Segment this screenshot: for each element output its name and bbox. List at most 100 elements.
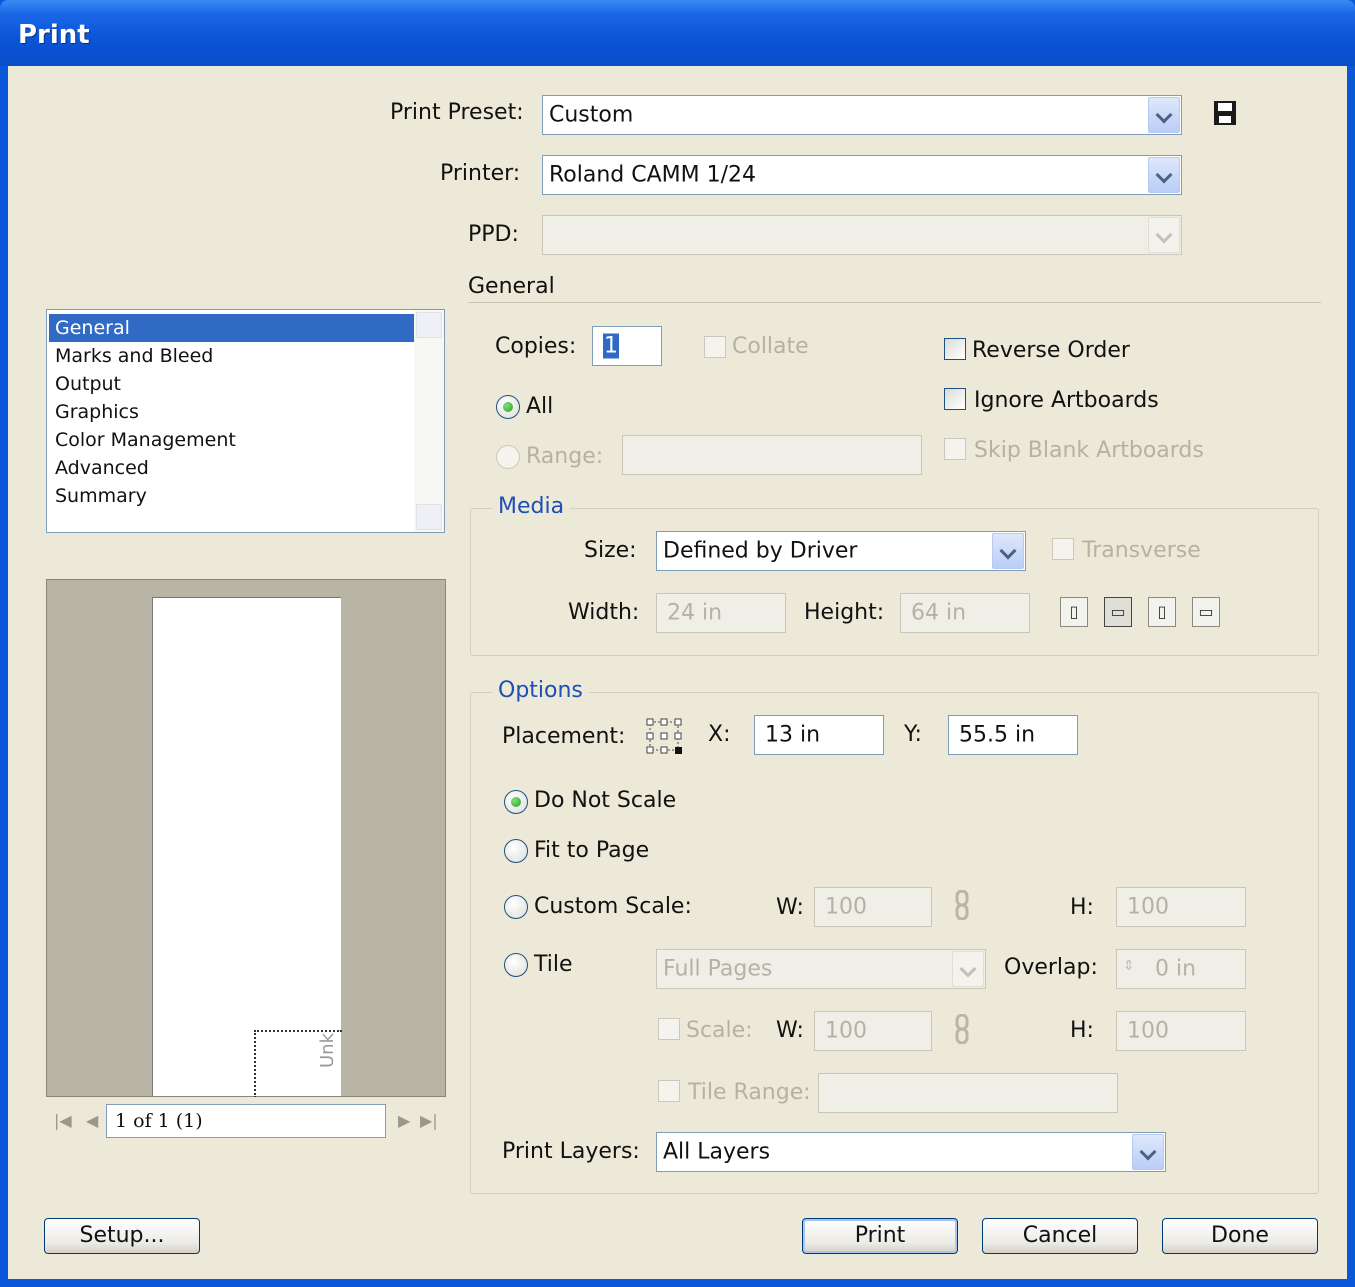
width-input: 24 in xyxy=(656,593,786,633)
print-layers-dropdown[interactable]: All Layers xyxy=(656,1132,1166,1172)
reverse-order-label: Reverse Order xyxy=(972,338,1130,363)
sidebar-item-color-management[interactable]: Color Management xyxy=(49,426,414,454)
media-size-value: Defined by Driver xyxy=(663,538,858,564)
copies-input[interactable]: 1 xyxy=(592,326,662,366)
tile-mode-dropdown: Full Pages xyxy=(656,949,986,989)
overlap-input: ⇕ 0 in xyxy=(1116,949,1246,989)
print-preset-label: Print Preset: xyxy=(390,100,524,125)
page-indicator-field[interactable]: 1 of 1 (1) xyxy=(106,1104,386,1138)
first-page-icon[interactable]: |◀ xyxy=(54,1111,72,1130)
next-page-icon[interactable]: ▶ xyxy=(398,1111,410,1130)
chevron-down-icon[interactable] xyxy=(1148,97,1180,133)
list-scrollbar[interactable] xyxy=(414,310,444,532)
sidebar-item-label: Advanced xyxy=(55,457,149,479)
do-not-scale-label: Do Not Scale xyxy=(534,788,677,813)
media-group-title: Media xyxy=(492,494,571,520)
print-layers-label: Print Layers: xyxy=(502,1139,640,1164)
width-value: 24 in xyxy=(667,600,723,626)
placement-label: Placement: xyxy=(502,724,626,749)
link-icon xyxy=(954,1013,970,1045)
skip-blank-artboards-label: Skip Blank Artboards xyxy=(974,438,1204,463)
all-label: All xyxy=(526,394,554,419)
printer-value: Roland CAMM 1/24 xyxy=(549,162,757,188)
range-radio xyxy=(496,445,520,469)
ignore-artboards-checkbox[interactable] xyxy=(944,388,966,410)
chevron-down-icon xyxy=(1148,217,1180,253)
chevron-down-icon[interactable] xyxy=(992,533,1024,569)
sidebar-item-summary[interactable]: Summary xyxy=(49,482,414,510)
print-layers-value: All Layers xyxy=(663,1139,771,1165)
print-preset-dropdown[interactable]: Custom xyxy=(542,95,1182,135)
tile-scale-height-input: 100 xyxy=(1116,1011,1246,1051)
y-label: Y: xyxy=(904,722,922,747)
title-bar[interactable]: Print xyxy=(0,0,1355,66)
orientation-landscape-flipped-icon[interactable]: ▭ xyxy=(1192,597,1220,627)
transverse-label: Transverse xyxy=(1082,538,1201,563)
chevron-down-icon[interactable] xyxy=(1132,1134,1164,1170)
height-input: 64 in xyxy=(900,593,1030,633)
link-icon xyxy=(954,889,970,921)
print-preview-area[interactable]: Unk xyxy=(46,579,446,1098)
sidebar-item-marks-and-bleed[interactable]: Marks and Bleed xyxy=(49,342,414,370)
skip-blank-artboards-checkbox xyxy=(944,438,966,460)
chevron-down-icon[interactable] xyxy=(1148,157,1180,193)
prev-page-icon[interactable]: ◀ xyxy=(86,1111,98,1130)
cancel-button[interactable]: Cancel xyxy=(982,1218,1138,1254)
stepper-icon: ⇕ xyxy=(1123,958,1135,974)
sidebar-item-graphics[interactable]: Graphics xyxy=(49,398,414,426)
last-page-icon[interactable]: ▶| xyxy=(420,1111,438,1130)
save-preset-icon[interactable] xyxy=(1212,99,1238,127)
tile-scale-height-value: 100 xyxy=(1127,1018,1169,1044)
dialog-client-area: Print Preset: Custom Printer: Roland CAM… xyxy=(8,66,1347,1279)
tile-scale-width-value: 100 xyxy=(825,1018,867,1044)
scroll-up-icon[interactable] xyxy=(416,312,442,338)
reverse-order-checkbox[interactable] xyxy=(944,338,966,360)
custom-scale-radio[interactable] xyxy=(504,895,528,919)
tile-range-checkbox xyxy=(658,1080,680,1102)
section-title-general: General xyxy=(468,274,555,299)
x-position-value: 13 in xyxy=(765,722,821,748)
tile-scale-height-label: H: xyxy=(1070,1018,1094,1043)
tile-range-input xyxy=(818,1073,1118,1113)
printer-dropdown[interactable]: Roland CAMM 1/24 xyxy=(542,155,1182,195)
do-not-scale-radio[interactable] xyxy=(504,790,528,814)
print-button[interactable]: Print xyxy=(802,1218,958,1254)
ppd-label: PPD: xyxy=(468,222,519,247)
all-radio[interactable] xyxy=(496,395,520,419)
scroll-down-icon[interactable] xyxy=(416,504,442,530)
orientation-landscape-icon[interactable]: ▭ xyxy=(1104,597,1132,627)
custom-scale-label: Custom Scale: xyxy=(534,894,692,919)
height-value: 64 in xyxy=(911,600,967,626)
sidebar-item-output[interactable]: Output xyxy=(49,370,414,398)
orientation-portrait-flipped-icon[interactable]: ▯ xyxy=(1148,597,1176,627)
media-size-dropdown[interactable]: Defined by Driver xyxy=(656,531,1026,571)
sidebar-item-label: Output xyxy=(55,373,121,395)
section-divider xyxy=(468,302,1321,303)
category-list[interactable]: General Marks and Bleed Output Graphics … xyxy=(46,309,445,533)
overlap-label: Overlap: xyxy=(1004,955,1098,980)
sidebar-item-label: Graphics xyxy=(55,401,139,423)
tile-label: Tile xyxy=(534,952,573,977)
orientation-portrait-icon[interactable]: ▯ xyxy=(1060,597,1088,627)
setup-button[interactable]: Setup... xyxy=(44,1218,200,1254)
x-position-input[interactable]: 13 in xyxy=(754,715,884,755)
sidebar-item-advanced[interactable]: Advanced xyxy=(49,454,414,482)
placement-grid-icon[interactable] xyxy=(646,718,684,756)
page-indicator: 1 of 1 (1) xyxy=(115,1110,203,1132)
tile-radio[interactable] xyxy=(504,953,528,977)
scale-width-value: 100 xyxy=(825,894,867,920)
fit-to-page-radio[interactable] xyxy=(504,839,528,863)
options-group-title: Options xyxy=(492,678,589,704)
sidebar-item-general[interactable]: General xyxy=(49,314,414,342)
done-button[interactable]: Done xyxy=(1162,1218,1318,1254)
y-position-input[interactable]: 55.5 in xyxy=(948,715,1078,755)
y-position-value: 55.5 in xyxy=(959,722,1036,748)
tile-mode-value: Full Pages xyxy=(663,956,773,982)
ignore-artboards-label: Ignore Artboards xyxy=(974,388,1159,413)
options-group xyxy=(470,692,1319,1194)
sidebar-item-label: Summary xyxy=(55,485,147,507)
height-label: Height: xyxy=(804,600,885,625)
range-label: Range: xyxy=(526,444,604,469)
x-label: X: xyxy=(708,722,731,747)
artboard-label: Unk xyxy=(317,1032,338,1068)
